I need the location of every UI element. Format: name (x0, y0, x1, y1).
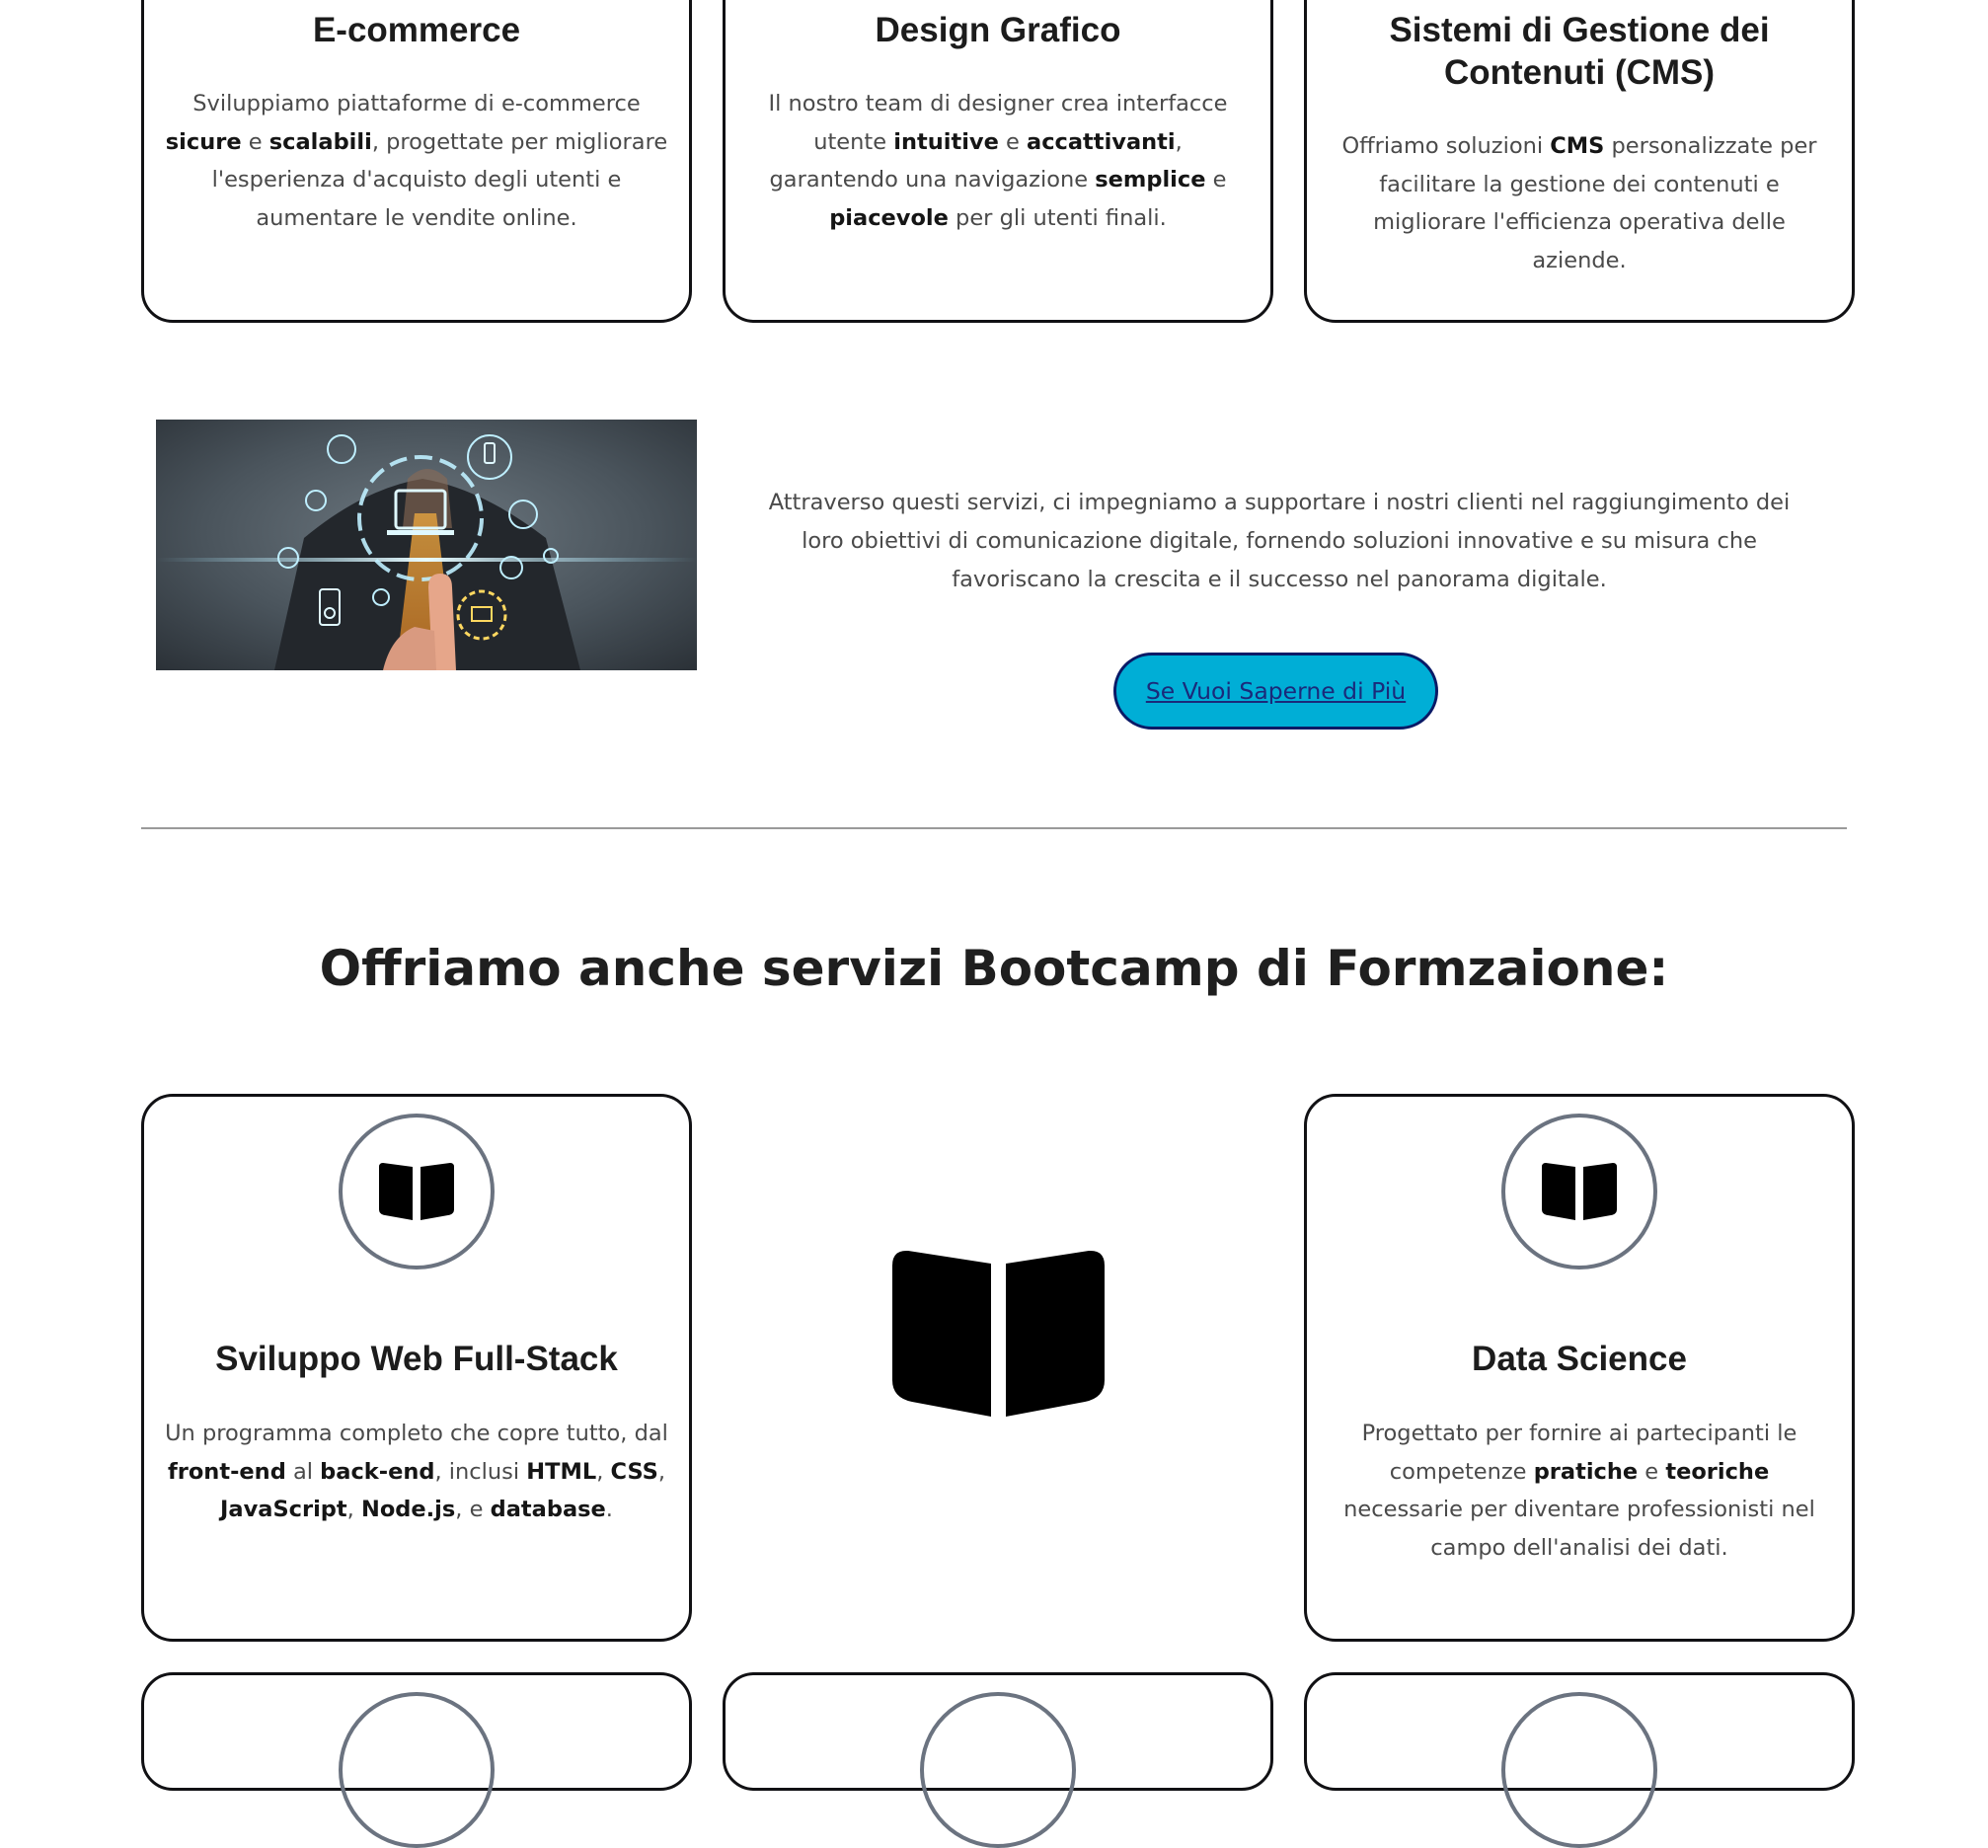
text-segment: e (241, 128, 269, 155)
emphasis-text: CSS (610, 1458, 658, 1485)
large-book-icon (892, 1250, 1105, 1417)
text-segment: , (657, 1458, 666, 1485)
text-segment: e (1205, 167, 1227, 192)
text-segment: , e (455, 1497, 491, 1522)
service-card-title: E-commerce (312, 11, 521, 49)
emphasis-text: accattivanti (1027, 128, 1176, 155)
emphasis-text: database (490, 1497, 606, 1522)
emphasis-text: front-end (167, 1458, 286, 1485)
touch-interface-illustration (156, 420, 697, 670)
emphasis-text: intuitive (893, 128, 999, 155)
book-icon-circle (1501, 1114, 1657, 1270)
text-segment: Sviluppiamo piattaforme di e-commerce (192, 91, 641, 116)
text-segment: . (605, 1497, 613, 1522)
book-icon-circle (339, 1692, 495, 1848)
book-icon-circle (1501, 1692, 1657, 1848)
book-icon (1542, 1163, 1617, 1220)
services-summary-text: Attraverso questi servizi, ci impegniamo… (768, 490, 1791, 592)
bootcamp-card-next-3 (1304, 1672, 1855, 1848)
emphasis-text: sicure (165, 128, 242, 155)
service-card-title: Design Grafico (875, 11, 1121, 49)
emphasis-text: CMS (1550, 133, 1605, 159)
book-icon-circle (339, 1114, 495, 1270)
text-segment: , (596, 1458, 611, 1485)
text-segment: al (285, 1458, 321, 1485)
emphasis-text: piacevole (829, 204, 949, 231)
text-segment: e (998, 128, 1028, 155)
emphasis-text: JavaScript (220, 1497, 347, 1522)
learn-more-button[interactable]: Se Vuoi Saperne di Più (1113, 653, 1438, 730)
text-segment: per gli utenti finali. (948, 204, 1167, 231)
service-card-description: Il nostro team di designer crea interfac… (747, 85, 1249, 237)
emphasis-text: pratiche (1533, 1458, 1639, 1485)
book-icon-circle (920, 1692, 1076, 1848)
bootcamp-card-description: Progettato per fornire ai partecipanti l… (1338, 1415, 1820, 1567)
emphasis-text: semplice (1095, 167, 1206, 192)
emphasis-text: scalabili (268, 128, 372, 155)
text-segment: Un programma completo che copre tutto, d… (165, 1421, 668, 1446)
bootcamp-card-description: Un programma completo che copre tutto, d… (164, 1415, 669, 1529)
text-segment: necessarie per diventare professionisti … (1343, 1497, 1815, 1561)
service-card-description: Offriamo soluzioni CMS personalizzate pe… (1327, 127, 1832, 279)
text-segment: Offriamo soluzioni (1341, 133, 1551, 159)
service-card-title: Sistemi di Gestione dei Contenuti (CMS) (1389, 11, 1770, 92)
book-icon (892, 1250, 1105, 1417)
bootcamp-card-fullstack: Sviluppo Web Full-Stack Un programma com… (141, 1094, 692, 1642)
emphasis-text: back-end (320, 1458, 435, 1485)
bootcamp-card-next-2 (723, 1672, 1273, 1848)
bootcamp-card-title: Data Science (1472, 1340, 1687, 1378)
service-card-ecommerce: E-commerce Sviluppiamo piattaforme di e-… (141, 0, 692, 323)
bootcamp-card-next-1 (141, 1672, 692, 1848)
technology-hero-image (156, 420, 697, 670)
service-card-cms: Sistemi di Gestione dei Contenuti (CMS) … (1304, 0, 1855, 323)
service-card-description: Sviluppiamo piattaforme di e-commerce si… (160, 85, 673, 237)
text-segment: , inclusi (434, 1458, 527, 1485)
service-card-design: Design Grafico Il nostro team di designe… (723, 0, 1273, 323)
book-icon (379, 1163, 454, 1220)
emphasis-text: Node.js (360, 1497, 456, 1522)
emphasis-text: teoriche (1665, 1458, 1770, 1485)
bootcamp-card-title: Sviluppo Web Full-Stack (215, 1340, 618, 1378)
bootcamp-card-datascience: Data Science Progettato per fornire ai p… (1304, 1094, 1855, 1642)
text-segment: e (1638, 1458, 1666, 1485)
emphasis-text: HTML (526, 1458, 597, 1485)
section-divider (141, 827, 1847, 829)
bootcamp-section-heading: Offriamo anche servizi Bootcamp di Formz… (319, 940, 1669, 997)
text-segment: , (346, 1497, 361, 1522)
